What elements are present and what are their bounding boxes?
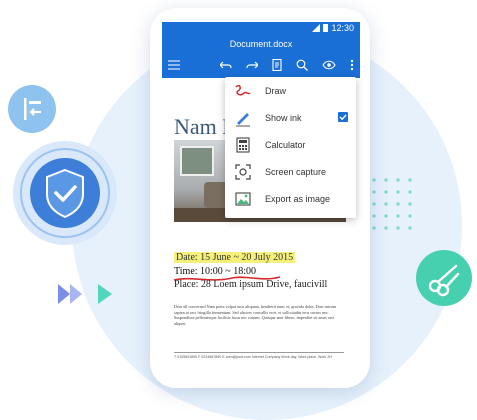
shield-badge: [10, 138, 120, 248]
toolbar: [162, 52, 360, 78]
menu-item-label: Draw: [265, 85, 287, 96]
align-badge: [8, 85, 56, 133]
show-ink-icon: [233, 108, 253, 128]
screen-capture-icon: [233, 162, 253, 182]
more-menu: Draw Show ink Calculator Screen capture …: [225, 77, 356, 218]
reading-mode-icon[interactable]: [272, 59, 282, 71]
export-image-icon: [233, 189, 253, 209]
status-bar: 12:30: [162, 22, 360, 36]
checkmark-icon: [339, 114, 347, 121]
search-icon[interactable]: [296, 59, 308, 71]
shield-icon: [13, 141, 117, 245]
calculator-icon: [233, 135, 253, 155]
show-ink-checkbox[interactable]: [338, 112, 348, 122]
menu-item-draw[interactable]: Draw: [225, 77, 356, 104]
align-left-icon: [24, 98, 41, 120]
fast-forward-icon: [58, 284, 112, 304]
date-line: Date: 15 June ~ 20 July 2015: [174, 252, 296, 263]
menu-item-label: Calculator: [265, 139, 306, 150]
menu-item-label: Export as image: [265, 193, 331, 204]
place-line: Place: 28 Loem ipsum Drive, faucivill: [174, 279, 328, 290]
scissors-badge: [416, 250, 472, 306]
menu-item-export-image[interactable]: Export as image: [225, 185, 356, 212]
menu-item-label: Screen capture: [265, 166, 327, 177]
menu-icon[interactable]: [168, 60, 180, 70]
menu-item-label: Show ink: [265, 112, 302, 123]
footer-text: T 0105601890 F 0234567890 E.com@post.com…: [174, 352, 344, 360]
status-time: 12:30: [331, 23, 354, 33]
menu-item-calculator[interactable]: Calculator: [225, 131, 356, 158]
menu-item-screen-capture[interactable]: Screen capture: [225, 158, 356, 185]
redo-icon[interactable]: [246, 60, 258, 70]
body-text: Dear all concerned Nam porta volpat arcu…: [174, 304, 336, 326]
battery-icon: [323, 24, 329, 32]
more-icon[interactable]: [350, 59, 354, 71]
undo-icon[interactable]: [220, 60, 232, 70]
document-filename: Document.docx: [162, 36, 360, 52]
play-arrows: [56, 282, 120, 311]
scissors-icon: [428, 264, 460, 297]
signal-icon: [312, 24, 321, 32]
menu-item-show-ink[interactable]: Show ink: [225, 104, 356, 131]
draw-icon: [233, 81, 253, 101]
dots-grid: [370, 176, 414, 241]
view-icon[interactable]: [322, 60, 336, 70]
